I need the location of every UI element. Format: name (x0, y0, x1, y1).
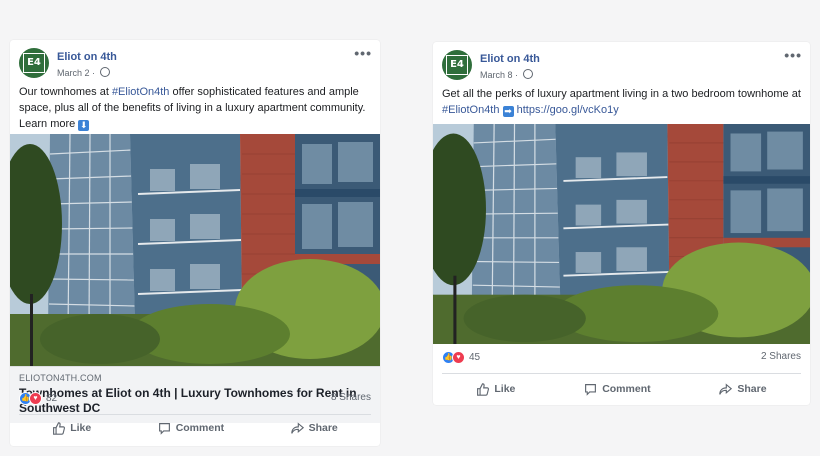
post-date[interactable]: March 2 · (57, 67, 110, 78)
page-name-link[interactable]: Eliot on 4th (480, 53, 540, 65)
more-options-icon[interactable]: ••• (784, 47, 802, 63)
post-card: E4 Eliot on 4th March 2 · ••• Our townho… (10, 40, 380, 446)
reactions-summary[interactable]: 👍 ♥ 82 (19, 392, 371, 405)
globe-icon (99, 67, 110, 77)
love-reaction-icon: ♥ (29, 392, 42, 405)
post-photo[interactable] (433, 124, 810, 344)
post-stats: 👍 ♥ 45 2 Shares (442, 351, 801, 369)
post-header: E4 Eliot on 4th March 2 · ••• (10, 40, 380, 84)
post-text: Our townhomes at #EliotOn4th offer sophi… (10, 84, 380, 132)
share-label: Share (308, 422, 338, 434)
right-arrow-emoji-icon: ➡ (502, 106, 514, 117)
like-button[interactable]: Like (52, 421, 92, 435)
avatar-logo: E4 (23, 53, 45, 73)
avatar-logo: E4 (446, 55, 468, 75)
divider (19, 414, 371, 415)
share-icon (719, 382, 733, 395)
like-label: Like (494, 383, 516, 395)
comment-icon (585, 383, 597, 396)
comment-button[interactable]: Comment (584, 383, 651, 396)
action-bar: Like Comment Share (442, 378, 801, 400)
post-date-label: March 8 (480, 70, 513, 80)
share-label: Share (737, 383, 767, 395)
globe-icon (522, 69, 533, 79)
learn-more-text: Learn more (19, 118, 76, 130)
like-icon (53, 421, 66, 435)
down-arrow-emoji-icon: ⬇ (78, 120, 90, 131)
comment-button[interactable]: Comment (158, 422, 224, 435)
post-text-part: Get all the perks of luxury apartment li… (442, 88, 801, 100)
post-text-part: Our townhomes at (19, 86, 112, 98)
share-button[interactable]: Share (290, 421, 338, 435)
post-photo[interactable] (10, 134, 380, 366)
post-date[interactable]: March 8 · (480, 69, 533, 80)
post-card: E4 Eliot on 4th March 8 · ••• Get all th… (433, 42, 810, 405)
like-button[interactable]: Like (476, 382, 516, 396)
comment-label: Comment (175, 422, 225, 434)
link-domain: ELIOTON4TH.COM (19, 373, 102, 383)
more-options-icon[interactable]: ••• (354, 45, 372, 61)
comment-label: Comment (602, 383, 651, 395)
comment-icon (158, 422, 170, 435)
hashtag-link[interactable]: #EliotOn4th (112, 86, 169, 98)
reaction-count: 82 (46, 393, 58, 404)
reaction-count: 45 (469, 352, 481, 363)
share-icon (290, 421, 304, 434)
shares-count[interactable]: 8 Shares (331, 392, 371, 403)
post-text: Get all the perks of luxury apartment li… (433, 86, 810, 118)
post-header: E4 Eliot on 4th March 8 · ••• (433, 42, 810, 86)
page-avatar[interactable]: E4 (19, 48, 49, 78)
divider (442, 373, 801, 374)
action-bar: Like Comment Share (19, 417, 371, 439)
post-date-label: March 2 (57, 68, 90, 78)
shares-count[interactable]: 2 Shares (761, 351, 801, 362)
post-stats: 👍 ♥ 82 8 Shares (19, 392, 371, 410)
share-button[interactable]: Share (719, 382, 767, 396)
page-avatar[interactable]: E4 (442, 50, 472, 80)
love-reaction-icon: ♥ (452, 351, 465, 364)
like-label: Like (70, 422, 92, 434)
like-icon (477, 382, 490, 396)
reactions-summary[interactable]: 👍 ♥ 45 (442, 351, 801, 364)
url-link[interactable]: https://goo.gl/vcKo1y (517, 104, 619, 116)
page-name-link[interactable]: Eliot on 4th (57, 51, 117, 63)
hashtag-link[interactable]: #EliotOn4th (442, 104, 499, 116)
